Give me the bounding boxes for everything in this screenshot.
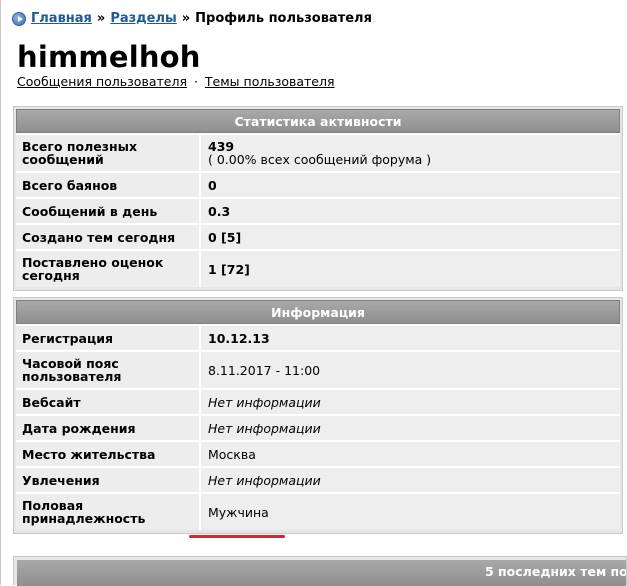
table-row: Место жительства Москва xyxy=(16,440,620,466)
registration-date: 10.12.13 xyxy=(201,324,620,350)
row-value: 1 [72] xyxy=(201,249,620,287)
birthday-value: Нет информации xyxy=(201,414,620,440)
row-label: Половая принадлежность xyxy=(16,492,201,530)
row-value: 0 xyxy=(201,171,620,197)
info-panel-title: Информация xyxy=(16,300,620,324)
row-label: Дата рождения xyxy=(16,414,201,440)
activity-table: Всего полезных сообщений 439 ( 0.00% все… xyxy=(16,133,620,287)
row-value: 439 ( 0.00% всех сообщений форума ) xyxy=(201,133,620,171)
table-row: Дата рождения Нет информации xyxy=(16,414,620,440)
arrow-circle-icon xyxy=(12,11,26,26)
row-value: 0 [5] xyxy=(201,223,620,249)
info-panel: Информация Регистрация 10.12.13 Часовой … xyxy=(13,297,623,534)
row-value: 0.3 xyxy=(201,197,620,223)
breadcrumb-sections-link[interactable]: Разделы xyxy=(110,11,176,26)
row-label: Всего полезных сообщений xyxy=(16,133,201,171)
table-row: Увлечения Нет информации xyxy=(16,466,620,492)
breadcrumb-separator: » xyxy=(96,11,106,26)
user-time: 8.11.2017 - 11:00 xyxy=(201,350,620,388)
table-row: Часовой пояс пользователя 8.11.2017 - 11… xyxy=(16,350,620,388)
breadcrumb-home-link[interactable]: Главная xyxy=(31,11,92,26)
table-row: Всего баянов 0 xyxy=(16,171,620,197)
row-label: Создано тем сегодня xyxy=(16,223,201,249)
posts-percent-note: ( 0.00% всех сообщений форума ) xyxy=(208,152,432,167)
location-value: Москва xyxy=(201,440,620,466)
activity-panel: Статистика активности Всего полезных соо… xyxy=(13,106,623,291)
table-row: Всего полезных сообщений 439 ( 0.00% все… xyxy=(16,133,620,171)
activity-panel-title: Статистика активности xyxy=(16,109,620,133)
row-label: Всего баянов xyxy=(16,171,201,197)
table-row: Регистрация 10.12.13 xyxy=(16,324,620,350)
row-label-line: пользователя xyxy=(22,369,122,384)
gender-value: Мужчина xyxy=(201,492,620,530)
user-links: Сообщения пользователя · Темы пользовате… xyxy=(17,74,335,89)
row-label-line: принадлежность xyxy=(22,511,146,526)
user-topics-link[interactable]: Темы пользователя xyxy=(205,74,335,89)
info-table: Регистрация 10.12.13 Часовой пояс пользо… xyxy=(16,324,620,530)
row-label: Вебсайт xyxy=(16,388,201,414)
breadcrumb-separator: » xyxy=(181,11,191,26)
highlight-underline xyxy=(189,535,285,538)
link-divider: · xyxy=(193,74,198,89)
recent-topics-panel: 5 последних тем поль xyxy=(13,556,627,586)
breadcrumb-current: Профиль пользователя xyxy=(195,11,372,26)
row-label: Регистрация xyxy=(16,324,201,350)
user-messages-link[interactable]: Сообщения пользователя xyxy=(17,74,187,89)
row-label-line: сообщений xyxy=(22,152,104,167)
table-row: Поставлено оценок сегодня 1 [72] xyxy=(16,249,620,287)
website-value: Нет информации xyxy=(201,388,620,414)
row-label: Увлечения xyxy=(16,466,201,492)
row-label-line: сегодня xyxy=(22,268,80,283)
table-row: Сообщений в день 0.3 xyxy=(16,197,620,223)
breadcrumb: Главная » Разделы » Профиль пользователя xyxy=(12,11,372,26)
page-title: himmelhoh xyxy=(17,40,201,74)
row-label: Поставлено оценок сегодня xyxy=(16,249,201,287)
interests-value: Нет информации xyxy=(201,466,620,492)
row-label: Сообщений в день xyxy=(16,197,201,223)
table-row: Создано тем сегодня 0 [5] xyxy=(16,223,620,249)
table-row: Половая принадлежность Мужчина xyxy=(16,492,620,530)
row-label: Место жительства xyxy=(16,440,201,466)
recent-topics-title: 5 последних тем поль xyxy=(17,560,626,586)
row-label: Часовой пояс пользователя xyxy=(16,350,201,388)
table-row: Вебсайт Нет информации xyxy=(16,388,620,414)
